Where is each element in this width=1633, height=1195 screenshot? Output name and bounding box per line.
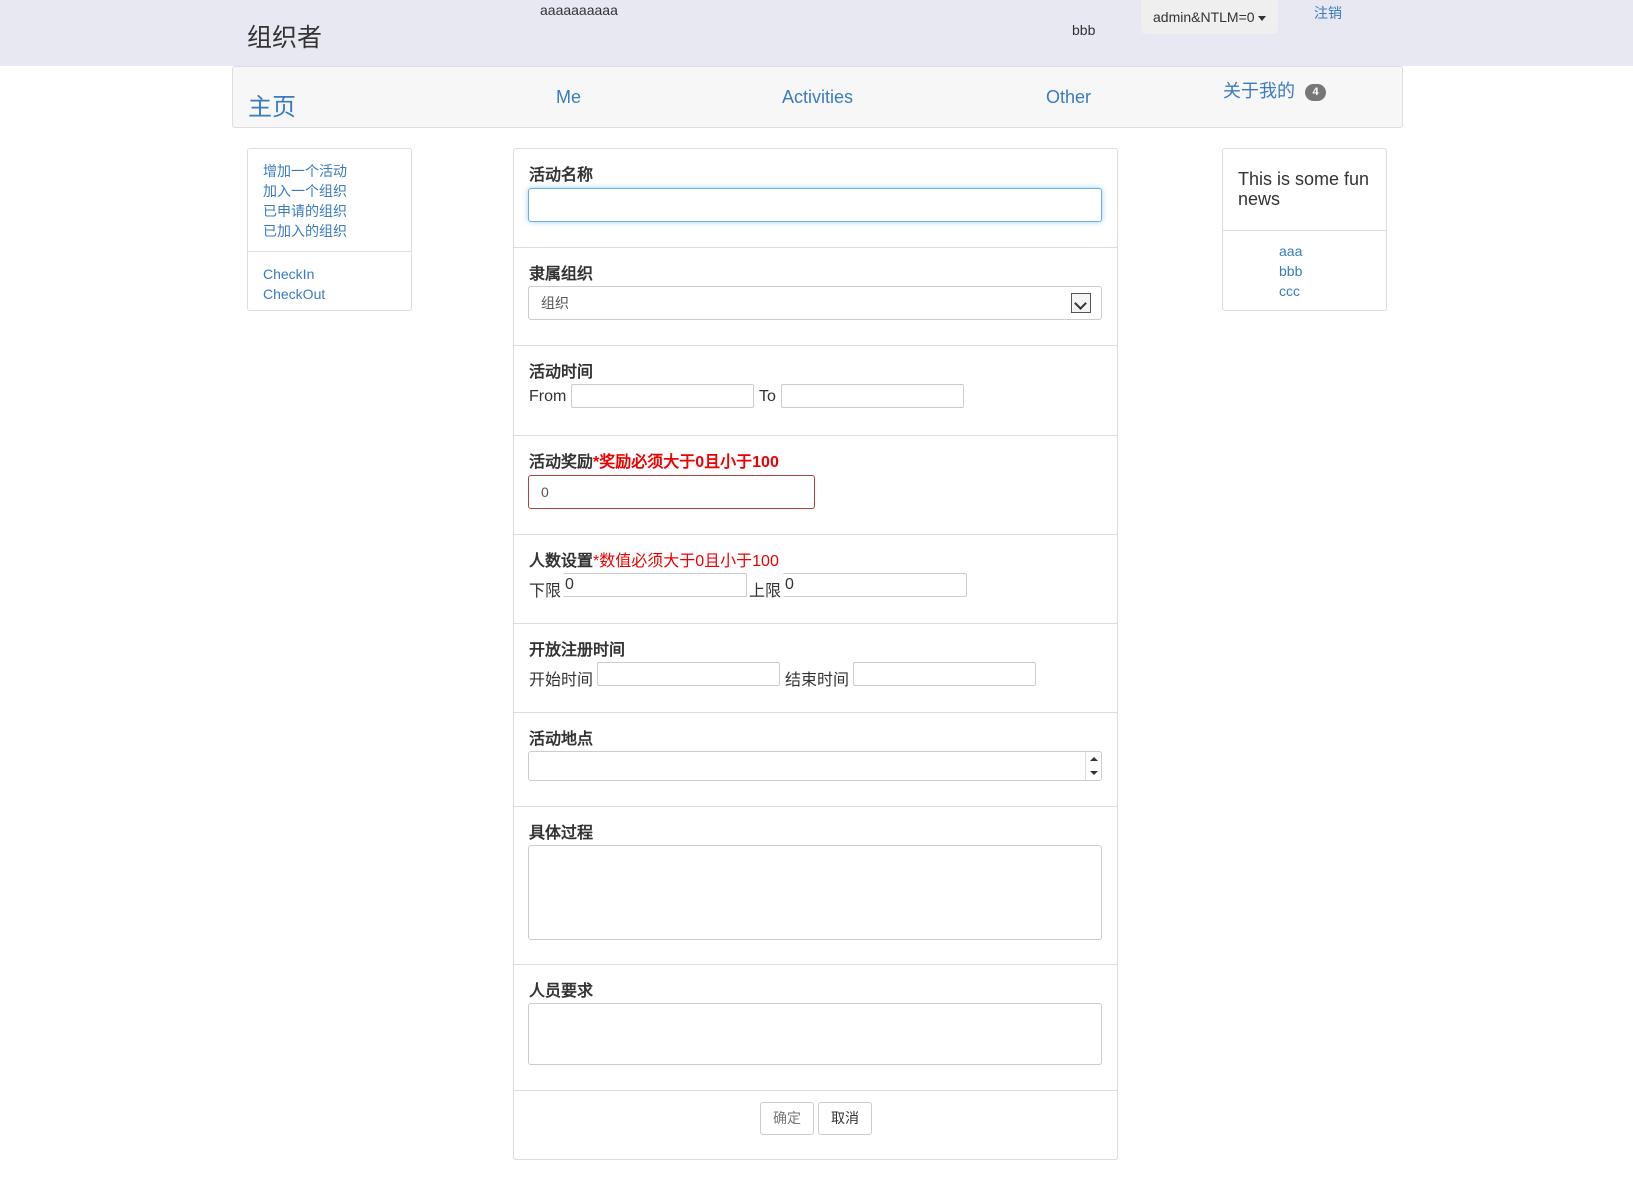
section-requirements: 人员要求 [514, 965, 1117, 1091]
sidebar-item-applied-orgs[interactable]: 已申请的组织 [263, 201, 396, 221]
organization-selected-value: 组织 [541, 295, 569, 311]
section-organization: 隶属组织 组织 [514, 248, 1117, 346]
min-label: 下限 [529, 583, 562, 600]
activity-form: 活动名称 隶属组织 组织 活动时间 From To 活动奖励*奖励必须大于0且小… [513, 148, 1118, 1160]
chevron-down-icon [1071, 293, 1091, 313]
logout-link[interactable]: 注销 [1314, 3, 1342, 23]
process-label: 具体过程 [529, 825, 594, 842]
nav-home[interactable]: 主页 [248, 87, 296, 122]
news-list: aaa bbb ccc [1223, 231, 1386, 301]
from-label: From [529, 388, 567, 405]
sidebar-item-joined-orgs[interactable]: 已加入的组织 [263, 221, 396, 241]
caret-down-icon [1257, 15, 1266, 21]
news-item[interactable]: ccc [1279, 281, 1386, 301]
reward-label: 活动奖励*奖励必须大于0且小于100 [529, 448, 779, 472]
account-dropdown[interactable]: admin&NTLM=0 [1141, 0, 1278, 34]
sidebar-item-checkin[interactable]: CheckIn [263, 264, 396, 284]
reward-input[interactable]: 0 [528, 475, 815, 509]
top-text: aaaaaaaaaa [540, 2, 618, 18]
section-process: 具体过程 [514, 807, 1117, 965]
arrow-up-icon[interactable] [1090, 757, 1098, 761]
requirements-textarea[interactable] [528, 1003, 1102, 1065]
nav-item-other[interactable]: Other [1046, 87, 1091, 108]
news-item[interactable]: bbb [1279, 261, 1386, 281]
nav-about-label: 关于我的 [1223, 81, 1295, 101]
requirements-label: 人员要求 [529, 983, 594, 1000]
end-time-label: 结束时间 [785, 672, 850, 689]
activity-time-label: 活动时间 [529, 364, 594, 381]
reward-label-text: 活动奖励 [529, 454, 594, 471]
sidebar-group-check: CheckIn CheckOut [248, 251, 411, 314]
nav-item-me[interactable]: Me [556, 87, 581, 108]
people-count-error: *数值必须大于0且小于100 [593, 553, 779, 570]
activity-name-label: 活动名称 [529, 167, 594, 184]
process-textarea[interactable] [528, 845, 1102, 940]
nav-item-activities[interactable]: Activities [782, 87, 853, 108]
sidebar-item-join-org[interactable]: 加入一个组织 [263, 181, 396, 201]
account-dropdown-label: admin&NTLM=0 [1153, 9, 1255, 25]
sidebar-item-add-activity[interactable]: 增加一个活动 [263, 161, 396, 181]
location-input[interactable] [528, 751, 1102, 781]
section-registration-time: 开放注册时间 开始时间 结束时间 [514, 624, 1117, 713]
news-title: This is some fun news [1223, 149, 1386, 231]
location-value [529, 752, 541, 768]
organization-select[interactable]: 组织 [528, 286, 1102, 320]
min-count-input[interactable]: 0 [563, 573, 747, 597]
section-reward: 活动奖励*奖励必须大于0且小于100 0 [514, 436, 1117, 535]
people-count-label-text: 人数设置 [529, 553, 594, 570]
reward-error: *奖励必须大于0且小于100 [593, 454, 779, 471]
max-label: 上限 [749, 583, 782, 600]
sidebar-item-checkout[interactable]: CheckOut [263, 284, 396, 304]
section-people-count: 人数设置*数值必须大于0且小于100 下限 0 上限 0 [514, 535, 1117, 624]
nav-item-about[interactable]: 关于我的 4 [1223, 77, 1326, 103]
user-label: bbb [1072, 22, 1096, 38]
time-from-input[interactable] [571, 384, 754, 408]
location-label: 活动地点 [529, 731, 594, 748]
time-to-input[interactable] [781, 384, 964, 408]
section-activity-time: 活动时间 From To [514, 346, 1117, 436]
people-count-label: 人数设置*数值必须大于0且小于100 [529, 547, 779, 571]
brand-title: 组织者 [247, 24, 323, 52]
notification-badge: 4 [1305, 83, 1326, 101]
cancel-button[interactable]: 取消 [818, 1102, 872, 1135]
organization-label: 隶属组织 [529, 266, 594, 283]
sidebar: 增加一个活动 加入一个组织 已申请的组织 已加入的组织 CheckIn Chec… [247, 148, 412, 311]
registration-time-label: 开放注册时间 [529, 642, 626, 659]
activity-name-input[interactable] [528, 188, 1102, 222]
news-item[interactable]: aaa [1279, 241, 1386, 261]
sidebar-group-activities: 增加一个活动 加入一个组织 已申请的组织 已加入的组织 [248, 149, 411, 251]
section-activity-name: 活动名称 [514, 149, 1117, 248]
arrow-down-icon[interactable] [1090, 771, 1098, 775]
main-nav: 主页 Me Activities Other 关于我的 4 [232, 66, 1403, 128]
register-start-input[interactable] [597, 662, 780, 686]
top-bar: 组织者 aaaaaaaaaa bbb admin&NTLM=0 注销 [0, 0, 1633, 66]
news-panel: This is some fun news aaa bbb ccc [1222, 148, 1387, 311]
max-count-input[interactable]: 0 [783, 573, 967, 597]
start-time-label: 开始时间 [529, 672, 594, 689]
register-end-input[interactable] [853, 662, 1036, 686]
spinner[interactable] [1085, 752, 1101, 780]
confirm-button[interactable]: 确定 [760, 1102, 814, 1135]
to-label: To [759, 388, 776, 405]
section-location: 活动地点 [514, 713, 1117, 807]
